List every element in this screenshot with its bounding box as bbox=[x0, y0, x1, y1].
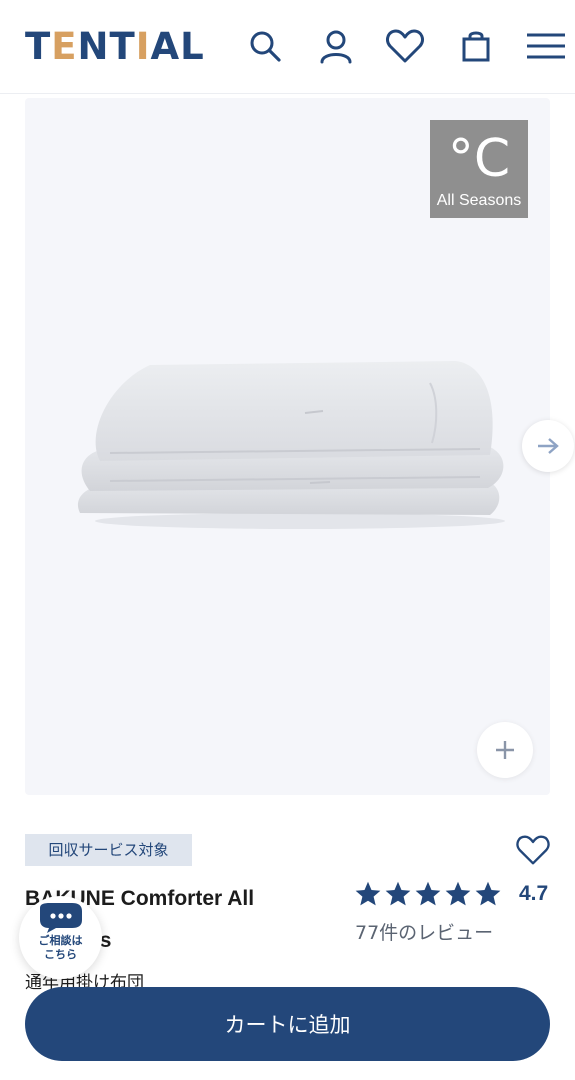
all-seasons-badge: °C All Seasons bbox=[430, 120, 528, 218]
star-icon bbox=[445, 881, 471, 906]
bag-icon bbox=[462, 31, 490, 62]
rating-stars bbox=[354, 880, 502, 908]
logo-letter-accent: I bbox=[135, 24, 151, 68]
logo-letter: AL bbox=[150, 24, 205, 68]
consultation-chat-button[interactable]: ご相談は こちら bbox=[19, 896, 102, 979]
account-icon bbox=[320, 30, 352, 64]
review-count-link[interactable]: 77件のレビュー bbox=[355, 918, 493, 945]
account-button[interactable] bbox=[316, 24, 356, 68]
folded-comforter-image bbox=[77, 361, 505, 529]
rating-value: 4.7 bbox=[519, 882, 549, 905]
star-icon bbox=[355, 881, 381, 906]
search-button[interactable] bbox=[245, 24, 285, 68]
star-icon bbox=[415, 881, 441, 906]
star-icon bbox=[385, 881, 411, 906]
site-header: T E NT I AL bbox=[0, 0, 575, 94]
chat-label-line: こちら bbox=[44, 948, 77, 961]
plus-icon bbox=[496, 741, 514, 759]
logo-letter-accent: E bbox=[51, 24, 78, 68]
chat-bubble-icon bbox=[40, 903, 82, 933]
search-icon bbox=[250, 31, 281, 62]
chat-label: ご相談は こちら bbox=[19, 934, 102, 962]
chat-label-line: ご相談は bbox=[38, 934, 83, 947]
tential-logo[interactable]: T E NT I AL bbox=[25, 24, 205, 68]
add-to-favorites-button[interactable] bbox=[512, 830, 554, 870]
product-gallery[interactable]: °C All Seasons bbox=[25, 98, 550, 795]
favorites-button[interactable] bbox=[385, 24, 425, 68]
add-to-cart-button[interactable]: カートに追加 bbox=[25, 987, 550, 1061]
arrow-right-icon bbox=[538, 438, 559, 454]
logo-letter: NT bbox=[77, 24, 136, 68]
badge-label: All Seasons bbox=[436, 192, 522, 209]
celsius-icon: °C bbox=[447, 129, 511, 189]
star-icon bbox=[475, 881, 501, 906]
logo-letter: T bbox=[25, 24, 52, 68]
next-image-button[interactable] bbox=[522, 420, 574, 472]
heart-icon bbox=[386, 29, 424, 63]
menu-button[interactable] bbox=[526, 24, 566, 68]
menu-icon bbox=[527, 33, 565, 59]
heart-icon bbox=[516, 835, 550, 865]
cart-button[interactable] bbox=[456, 24, 496, 68]
recycle-service-tag: 回収サービス対象 bbox=[25, 834, 192, 866]
zoom-button[interactable] bbox=[477, 722, 533, 778]
